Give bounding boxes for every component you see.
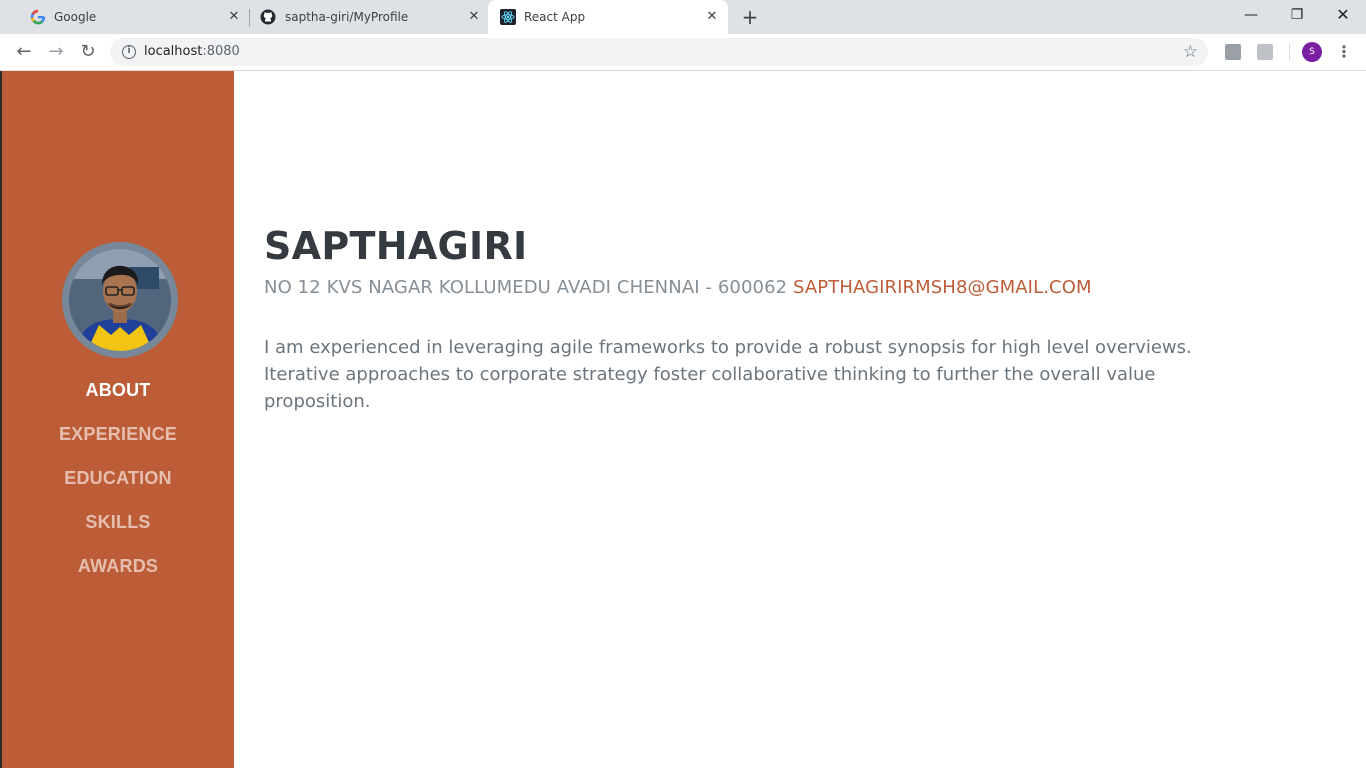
contact-line: NO 12 KVS NAGAR KOLLUMEDU AVADI CHENNAI … [264, 277, 1092, 298]
tab-title: Google [54, 10, 97, 24]
google-icon [30, 9, 46, 25]
browser-menu-icon[interactable]: ⋮ [1334, 42, 1354, 62]
reload-button[interactable]: ↻ [77, 41, 99, 63]
restore-button[interactable]: ❐ [1285, 5, 1309, 25]
tab-title: saptha-giri/MyProfile [285, 10, 409, 24]
profile-photo [62, 242, 178, 358]
page-title: SAPTHAGIRI [264, 224, 528, 268]
nav-item-education[interactable]: EDUCATION [2, 468, 234, 489]
site-info-icon[interactable]: i [122, 45, 136, 59]
tab-react-app[interactable]: React App ✕ [488, 0, 728, 34]
new-tab-button[interactable]: + [740, 7, 760, 27]
address-url: localhost:8080 [144, 44, 240, 59]
address-bar[interactable]: i localhost:8080 ☆ [110, 38, 1208, 66]
nav-item-about[interactable]: ABOUT [2, 380, 234, 401]
extension-icon[interactable] [1225, 44, 1241, 60]
tab-close-icon[interactable]: ✕ [226, 9, 242, 25]
minimize-button[interactable]: — [1239, 5, 1263, 25]
toolbar-separator [1289, 43, 1290, 61]
nav-item-awards[interactable]: AWARDS [2, 556, 234, 577]
back-button[interactable]: ← [13, 41, 35, 63]
tab-github[interactable]: saptha-giri/MyProfile ✕ [250, 0, 488, 34]
tab-close-icon[interactable]: ✕ [466, 9, 482, 25]
browser-tab-strip: Google ✕ saptha-giri/MyProfile ✕ React A… [0, 0, 1366, 34]
pdf-extension-icon[interactable] [1257, 44, 1273, 60]
github-icon [260, 9, 276, 25]
tab-title: React App [524, 10, 586, 24]
profile-avatar-button[interactable]: S [1302, 42, 1322, 62]
react-icon [500, 9, 516, 25]
about-description: I am experienced in leveraging agile fra… [264, 337, 1192, 412]
forward-button[interactable]: → [45, 41, 67, 63]
nav-item-skills[interactable]: SKILLS [2, 512, 234, 533]
tab-close-icon[interactable]: ✕ [704, 9, 720, 25]
window-close-button[interactable]: ✕ [1331, 5, 1355, 25]
nav-item-experience[interactable]: EXPERIENCE [2, 424, 234, 445]
browser-toolbar: ← → ↻ i localhost:8080 ☆ [0, 34, 1366, 71]
address-text: NO 12 KVS NAGAR KOLLUMEDU AVADI CHENNAI … [264, 277, 788, 298]
email-link[interactable]: SAPTHAGIRIRMSH8@GMAIL.COM [793, 277, 1092, 298]
page-viewport: ABOUT EXPERIENCE EDUCATION SKILLS AWARDS… [0, 71, 1366, 768]
tab-google[interactable]: Google ✕ [8, 0, 248, 34]
bookmark-star-icon[interactable]: ☆ [1183, 42, 1198, 62]
sidebar-nav: ABOUT EXPERIENCE EDUCATION SKILLS AWARDS [2, 71, 234, 768]
